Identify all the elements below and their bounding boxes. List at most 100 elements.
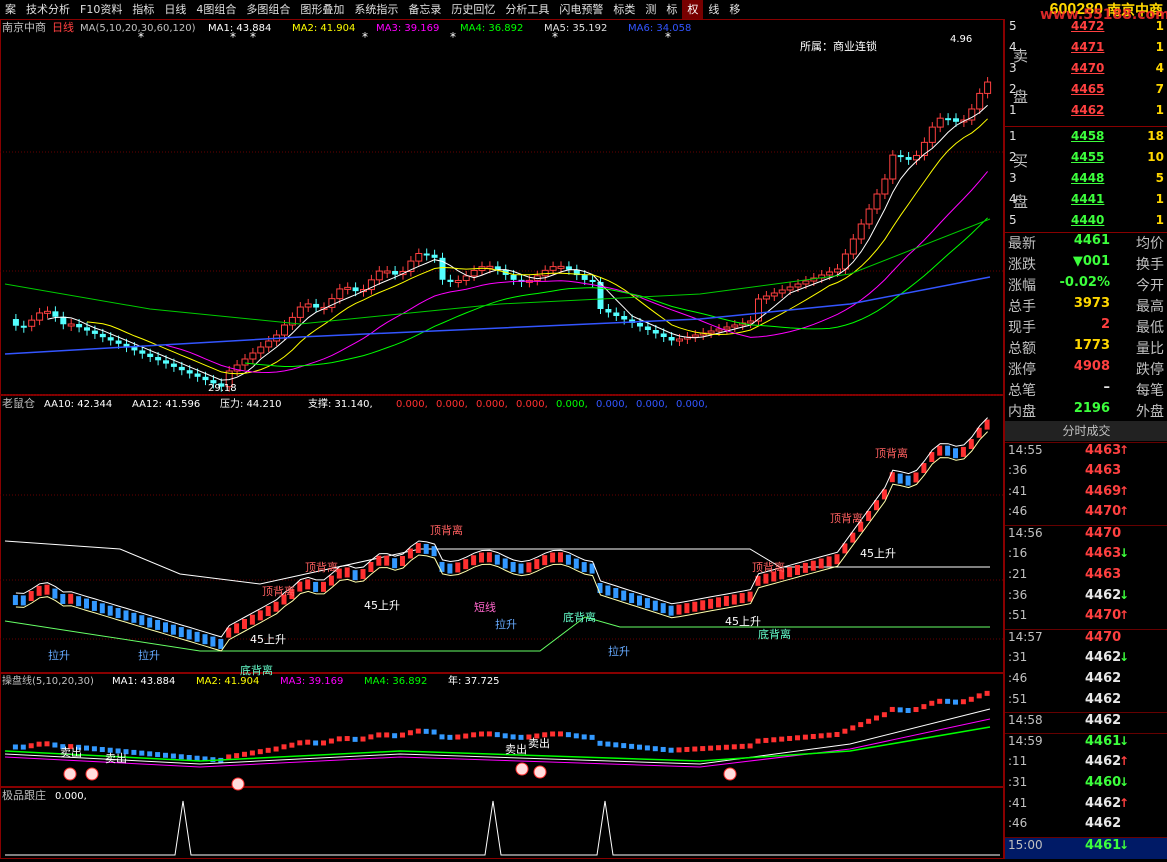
mid-bar <box>565 554 571 565</box>
toolbar-item-1[interactable]: 技术分析 <box>21 0 75 19</box>
tick-row: 14:56 4470 <box>1005 525 1167 547</box>
toolbar-item-13[interactable]: 标类 <box>608 0 640 19</box>
tick-price: 4462 <box>1085 587 1122 603</box>
tick-row: :46 4462 <box>1005 671 1167 692</box>
mid-bar <box>486 552 492 563</box>
lower-bar <box>905 707 911 713</box>
signal-label: 顶背离 <box>430 523 463 537</box>
candle-up <box>889 154 897 180</box>
lower-bar <box>589 734 595 740</box>
mid-bar <box>763 573 769 584</box>
lower-bar <box>652 746 658 752</box>
mid-bar <box>684 603 690 614</box>
mid-bar <box>889 472 895 483</box>
toolbar-item-16[interactable]: 权 <box>682 0 704 19</box>
candle-down <box>897 155 904 158</box>
toolbar-item-10[interactable]: 历史回忆 <box>446 0 500 19</box>
face-icon <box>63 767 77 781</box>
signal-label: 短线 <box>474 600 496 614</box>
signal-label: 拉升 <box>48 648 70 662</box>
legend-ma-5: MA6: 34.058 <box>628 23 691 34</box>
tick-arrow: ↑ <box>1119 443 1130 457</box>
sector-label: 所属：商业连锁 <box>800 39 877 53</box>
lower-bar <box>352 736 358 742</box>
toolbar-item-14[interactable]: 测 <box>640 0 661 19</box>
mid-bar <box>605 585 611 596</box>
lower-bar <box>502 733 508 739</box>
lower-bar <box>186 754 192 760</box>
lower-bar <box>573 733 579 739</box>
lower-bar <box>178 754 184 760</box>
candle-down <box>668 337 675 341</box>
toolbar-item-4[interactable]: 日线 <box>159 0 191 19</box>
stat-row: 总手 3973 最高 <box>1005 296 1167 317</box>
toolbar-item-9[interactable]: 备忘录 <box>403 0 446 19</box>
toolbar-item-15[interactable]: 标 <box>661 0 682 19</box>
candle-down <box>613 312 620 316</box>
mid-legend-4: 0.000, <box>396 399 428 410</box>
lower-legend-3: MA4: 36.892 <box>364 676 427 687</box>
toolbar-item-18[interactable]: 移 <box>724 0 745 19</box>
ma6-line <box>4 276 991 355</box>
toolbar-item-12[interactable]: 闪电预警 <box>554 0 608 19</box>
mid-bar <box>573 558 579 569</box>
candle-down <box>60 316 67 325</box>
candle-up <box>383 270 391 274</box>
sell-signal-label: 卖出 <box>528 736 550 750</box>
candle-up <box>826 271 834 276</box>
candle-up <box>265 340 273 348</box>
toolbar-item-2[interactable]: F10资料 <box>75 0 127 19</box>
event-marker-icon: * <box>250 30 256 44</box>
toolbar-item-8[interactable]: 系统指示 <box>349 0 403 19</box>
ticks-header[interactable]: 分时成交 <box>1005 421 1167 441</box>
buy-volume: 5 <box>1155 171 1164 185</box>
tick-price: 4463 <box>1085 443 1122 458</box>
tick-arrow: ↑ <box>1119 795 1130 810</box>
sell-row-5: 5 4472 1 <box>1005 19 1167 40</box>
mid-bar <box>494 554 500 565</box>
candle-down <box>313 303 320 308</box>
high-price-label: 4.96 <box>950 34 972 45</box>
toolbar-item-3[interactable]: 指标 <box>127 0 159 19</box>
toolbar-item-7[interactable]: 图形叠加 <box>295 0 349 19</box>
candle-up <box>936 117 944 128</box>
mid-bar <box>708 598 714 609</box>
signal-label: 顶背离 <box>305 560 338 574</box>
tick-price: 4462 <box>1085 691 1122 707</box>
stat-row: 涨幅 -0.02% 今开 <box>1005 275 1167 296</box>
tick-row: :31 4460 ↓ <box>1005 775 1167 796</box>
stat-value: 1773 <box>1073 338 1110 353</box>
candle-down <box>170 363 177 367</box>
legend-period: 日线 <box>52 20 74 34</box>
mid-bar <box>12 595 18 606</box>
mid-bar <box>313 581 319 592</box>
lower-bar <box>826 732 832 738</box>
candle-down <box>605 309 612 313</box>
stat-value: -0.02% <box>1059 275 1111 290</box>
lower-bar <box>360 736 366 742</box>
lower-bar <box>558 731 563 737</box>
tick-time: :36 <box>1008 587 1028 602</box>
candle-down <box>52 311 59 317</box>
toolbar-item-5[interactable]: 4图组合 <box>191 0 241 19</box>
mid-bar <box>415 543 421 554</box>
stat-key-2: 每笔 <box>1136 383 1164 399</box>
tick-time: :46 <box>1008 504 1028 519</box>
toolbar-item-17[interactable]: 线 <box>703 0 724 19</box>
mid-bar <box>802 562 808 573</box>
tick-row: :41 4469 ↑ <box>1005 484 1167 505</box>
stat-key-2: 跌停 <box>1136 362 1164 378</box>
toolbar-item-11[interactable]: 分析工具 <box>500 0 554 19</box>
sell-volume: 4 <box>1155 61 1164 75</box>
chart-area[interactable]: 南京中商 日线 MA(5,10,20,30,60,120) MA1: 43.884 MA… <box>0 19 1004 859</box>
mid-bar <box>960 446 966 457</box>
lower-bar <box>747 743 753 749</box>
toolbar-item-6[interactable]: 多图组合 <box>241 0 295 19</box>
kline-chart[interactable]: 南京中商 日线 MA(5,10,20,30,60,120) MA1: 43.884 MA… <box>0 19 1004 859</box>
candle-up <box>984 81 992 94</box>
candle-down <box>163 360 169 364</box>
candle-up <box>731 324 739 328</box>
toolbar-item-0[interactable]: 案 <box>0 0 21 19</box>
lower-bar <box>147 751 153 757</box>
mid-bar <box>249 614 255 625</box>
